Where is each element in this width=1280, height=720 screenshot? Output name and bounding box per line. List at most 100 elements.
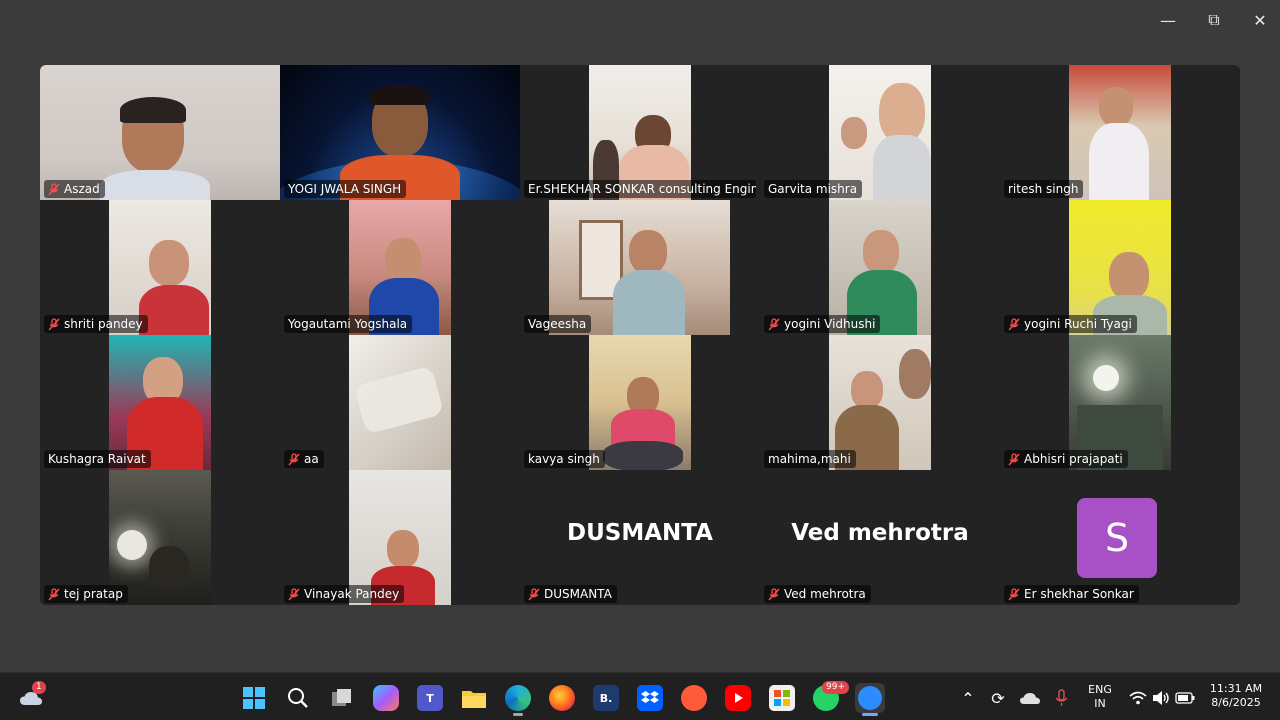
participant-nameplate: Kushagra Raivat: [44, 450, 151, 468]
participant-name: Abhisri prajapati: [1024, 452, 1123, 466]
mic-muted-icon: [1008, 317, 1020, 331]
participant-nameplate: tej pratap: [44, 585, 128, 603]
participant-tile[interactable]: kavya singh: [520, 335, 760, 470]
participant-nameplate: Aszad: [44, 180, 105, 198]
zoom-icon[interactable]: [855, 683, 885, 713]
participant-tile[interactable]: ritesh singh: [1000, 65, 1240, 200]
file-explorer-icon[interactable]: [461, 685, 487, 711]
task-view-icon[interactable]: [329, 685, 355, 711]
participant-tile[interactable]: mahima,mahi: [760, 335, 1000, 470]
participant-name: Vageesha: [528, 317, 587, 331]
copilot-icon[interactable]: [373, 685, 399, 711]
participant-tile-video-off[interactable]: S Er shekhar Sonkar: [1000, 470, 1240, 605]
weather-badge: 1: [32, 681, 46, 694]
clock-time: 11:31 AM: [1209, 682, 1263, 695]
participant-name: YOGI JWALA SINGH: [288, 182, 402, 196]
participant-name: Yogautami Yogshala: [288, 317, 408, 331]
edge-icon[interactable]: [505, 685, 531, 711]
taskbar: 1 T B. 99+ ⌃ ⟳ ENG IN 11:31 AM 8/6/2025: [0, 672, 1280, 720]
participant-name: yogini Ruchi Tyagi: [1024, 317, 1132, 331]
mic-muted-icon: [768, 587, 780, 601]
participant-nameplate: Abhisri prajapati: [1004, 450, 1128, 468]
start-icon[interactable]: [241, 685, 267, 711]
participant-tile[interactable]: aa: [280, 335, 520, 470]
minimize-icon[interactable]: —: [1156, 8, 1180, 32]
participant-nameplate: Garvita mishra: [764, 180, 863, 198]
participant-video: [349, 335, 451, 470]
participant-nameplate: shriti pandey: [44, 315, 148, 333]
battery-icon[interactable]: [1172, 685, 1198, 711]
teams-icon[interactable]: T: [417, 685, 443, 711]
window-controls: — ⧉ ✕: [1156, 8, 1272, 32]
participant-name: Vinayak Pandey: [304, 587, 400, 601]
input-language-indicator[interactable]: ENG IN: [1084, 683, 1116, 711]
region-code: IN: [1094, 697, 1106, 710]
participant-nameplate: Yogautami Yogshala: [284, 315, 413, 333]
participant-name: Garvita mishra: [768, 182, 858, 196]
microphone-icon[interactable]: [1049, 685, 1075, 711]
show-hidden-icons[interactable]: ⌃: [955, 685, 981, 711]
participant-tile[interactable]: Vinayak Pandey: [280, 470, 520, 605]
participant-name: DUSMANTA: [544, 587, 612, 601]
participant-nameplate: aa: [284, 450, 324, 468]
participant-tile[interactable]: shriti pandey: [40, 200, 280, 335]
participant-name: aa: [304, 452, 319, 466]
participant-nameplate: DUSMANTA: [524, 585, 617, 603]
dropbox-icon[interactable]: [637, 685, 663, 711]
avatar: S: [1077, 498, 1157, 578]
participant-video: [1069, 65, 1171, 200]
mic-muted-icon: [288, 587, 300, 601]
participant-nameplate: Er.SHEKHAR SONKAR consulting Engine...: [524, 180, 756, 198]
participant-nameplate: Vageesha: [524, 315, 592, 333]
participant-name: Kushagra Raivat: [48, 452, 146, 466]
video-off-name: Ved mehrotra: [791, 520, 969, 546]
participant-name: kavya singh: [528, 452, 600, 466]
screen-recorder-icon[interactable]: [681, 685, 707, 711]
participant-nameplate: yogini Vidhushi: [764, 315, 881, 333]
sync-icon[interactable]: ⟳: [985, 685, 1011, 711]
participant-tile-active-speaker[interactable]: YOGI JWALA SINGH: [280, 65, 520, 200]
participant-tile[interactable]: tej pratap: [40, 470, 280, 605]
participant-tile-video-off[interactable]: DUSMANTA DUSMANTA: [520, 470, 760, 605]
gallery-view: Aszad YOGI JWALA SINGH Er.SHEKHAR SONKAR…: [40, 65, 1240, 605]
participant-nameplate: ritesh singh: [1004, 180, 1084, 198]
mic-muted-icon: [288, 452, 300, 466]
participant-tile[interactable]: Yogautami Yogshala: [280, 200, 520, 335]
store-icon[interactable]: [769, 685, 795, 711]
participant-name: Er shekhar Sonkar: [1024, 587, 1134, 601]
search-icon[interactable]: [285, 685, 311, 711]
participant-tile[interactable]: yogini Vidhushi: [760, 200, 1000, 335]
participant-tile[interactable]: Garvita mishra: [760, 65, 1000, 200]
mic-muted-icon: [768, 317, 780, 331]
language-code: ENG: [1088, 683, 1112, 696]
firefox-icon[interactable]: [549, 685, 575, 711]
participant-nameplate: kavya singh: [524, 450, 605, 468]
participant-name: yogini Vidhushi: [784, 317, 876, 331]
participant-video: [589, 335, 691, 470]
volume-icon[interactable]: [1148, 685, 1174, 711]
participant-nameplate: mahima,mahi: [764, 450, 856, 468]
participant-tile[interactable]: Kushagra Raivat: [40, 335, 280, 470]
youtube-icon[interactable]: [725, 685, 751, 711]
participant-tile[interactable]: Vageesha: [520, 200, 760, 335]
participant-tile-video-off[interactable]: Ved mehrotra Ved mehrotra: [760, 470, 1000, 605]
whatsapp-badge: 99+: [822, 681, 849, 694]
mic-muted-icon: [48, 317, 60, 331]
participant-nameplate: YOGI JWALA SINGH: [284, 180, 407, 198]
restore-icon[interactable]: ⧉: [1202, 8, 1226, 32]
mic-muted-icon: [48, 182, 60, 196]
participant-tile[interactable]: Abhisri prajapati: [1000, 335, 1240, 470]
participant-nameplate: Er shekhar Sonkar: [1004, 585, 1139, 603]
participant-nameplate: Ved mehrotra: [764, 585, 871, 603]
close-icon[interactable]: ✕: [1248, 8, 1272, 32]
participant-nameplate: yogini Ruchi Tyagi: [1004, 315, 1137, 333]
b-app-icon[interactable]: B.: [593, 685, 619, 711]
participant-tile[interactable]: yogini Ruchi Tyagi: [1000, 200, 1240, 335]
participant-name: mahima,mahi: [768, 452, 851, 466]
participant-tile[interactable]: Aszad: [40, 65, 280, 200]
participant-name: ritesh singh: [1008, 182, 1079, 196]
participant-name: Er.SHEKHAR SONKAR consulting Engine...: [528, 182, 756, 196]
onedrive-icon[interactable]: [1017, 685, 1043, 711]
clock[interactable]: 11:31 AM 8/6/2025: [1204, 682, 1268, 710]
participant-tile[interactable]: Er.SHEKHAR SONKAR consulting Engine...: [520, 65, 760, 200]
